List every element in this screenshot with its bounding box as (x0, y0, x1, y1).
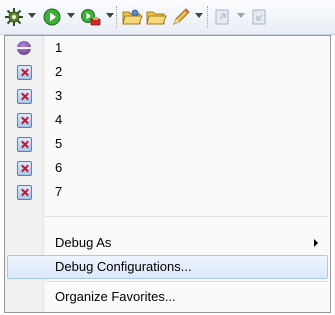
folder-icon (146, 11, 167, 25)
menu-item-history-7[interactable]: 7 (5, 180, 330, 204)
x-launch-icon (17, 65, 32, 80)
previous-annotation-icon (252, 9, 266, 25)
menu-item-history-4[interactable]: 4 (5, 108, 330, 132)
menu-item-history-6[interactable]: 6 (5, 156, 330, 180)
external-tools-button[interactable] (80, 6, 102, 28)
open-type-button[interactable] (121, 6, 143, 28)
menu-item-debug-configurations[interactable]: Debug Configurations... (5, 255, 330, 279)
previous-annotation-button[interactable] (250, 6, 270, 28)
menu-item-label: 4 (55, 112, 63, 127)
menu-item-history-3[interactable]: 3 (5, 84, 330, 108)
run-button[interactable] (42, 6, 62, 28)
debug-launch-icon (17, 41, 32, 56)
open-folder-icon (122, 9, 143, 25)
submenu-arrow-icon (314, 239, 318, 247)
menu-item-organize-favorites[interactable]: Organize Favorites... (5, 285, 330, 309)
debug-dropdown-menu: 1 2 3 4 5 6 7 Debug As Debug Configurati… (4, 35, 331, 313)
pencil-icon (173, 8, 190, 25)
toolbar-separator (207, 6, 209, 28)
menu-item-history-2[interactable]: 2 (5, 60, 330, 84)
menu-item-label: 7 (55, 184, 63, 199)
x-launch-icon (17, 185, 32, 200)
debug-dropdown-arrow[interactable] (28, 13, 36, 18)
menu-item-label: 2 (55, 64, 63, 79)
green-play-circle-icon (43, 8, 61, 26)
toolbar-separator (116, 6, 118, 28)
menu-item-label: Debug As (55, 235, 112, 250)
menu-separator (45, 216, 328, 217)
menu-separator (45, 281, 328, 282)
next-annotation-dropdown-arrow[interactable] (237, 13, 245, 18)
menu-item-label: Debug Configurations... (55, 259, 192, 274)
external-tools-dropdown-arrow[interactable] (106, 13, 114, 18)
external-tools-icon (81, 9, 101, 26)
open-resource-button[interactable] (145, 6, 167, 28)
menu-item-label: 1 (55, 40, 63, 55)
run-dropdown-arrow[interactable] (67, 13, 75, 18)
menu-item-debug-as[interactable]: Debug As (5, 231, 330, 255)
x-launch-icon (17, 137, 32, 152)
menu-item-history-5[interactable]: 5 (5, 132, 330, 156)
x-launch-icon (17, 89, 32, 104)
menu-item-label: Organize Favorites... (55, 289, 176, 304)
search-button[interactable] (170, 6, 192, 28)
search-dropdown-arrow[interactable] (195, 13, 203, 18)
x-launch-icon (17, 113, 32, 128)
debug-button[interactable] (4, 6, 24, 28)
menu-item-label: 5 (55, 136, 63, 151)
bug-gear-icon (5, 8, 23, 26)
menu-item-history-1[interactable]: 1 (5, 36, 330, 60)
menu-item-label: 3 (55, 88, 63, 103)
x-launch-icon (17, 161, 32, 176)
toolbar (0, 0, 335, 35)
next-annotation-button[interactable] (213, 6, 233, 28)
next-annotation-icon (215, 9, 229, 25)
menu-item-label: 6 (55, 160, 63, 175)
